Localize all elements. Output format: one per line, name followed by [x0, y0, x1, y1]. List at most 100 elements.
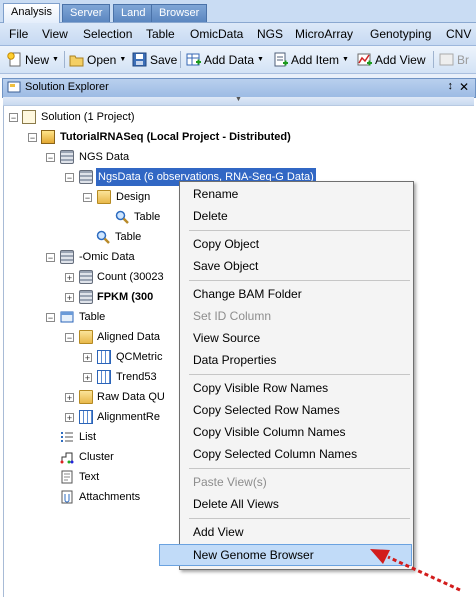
browser-label: Br	[457, 52, 469, 67]
tree-node-table-folder[interactable]: − Table	[4, 308, 180, 326]
tab-land[interactable]: Land	[113, 4, 154, 22]
tree-node-solution[interactable]: − Solution (1 Project)	[4, 108, 304, 126]
table-icon	[97, 350, 111, 364]
tab-analysis[interactable]: Analysis	[3, 3, 60, 23]
menu-separator	[189, 230, 410, 231]
menu-omicdata[interactable]: OmicData	[190, 27, 243, 41]
menu-item-copy-selected-column-names[interactable]: Copy Selected Column Names	[193, 444, 357, 464]
tree-node-cluster[interactable]: Cluster	[4, 448, 180, 466]
menu-selection[interactable]: Selection	[83, 27, 132, 41]
menu-microarray[interactable]: MicroArray	[295, 27, 353, 41]
tree-node-project[interactable]: − TutorialRNASeq (Local Project - Distri…	[4, 128, 404, 146]
menu-item-delete-all-views[interactable]: Delete All Views	[193, 494, 279, 514]
menu-item-paste-views: Paste View(s)	[193, 475, 267, 489]
tree-node-trend53[interactable]: + Trend53	[4, 368, 180, 386]
collapse-icon[interactable]: −	[28, 133, 37, 143]
add-view-button[interactable]: Add View	[357, 51, 425, 68]
collapse-icon[interactable]: −	[46, 253, 55, 263]
tree-node-list[interactable]: List	[4, 428, 180, 446]
menu-item-add-view[interactable]: Add View	[193, 522, 243, 542]
tree-label: Table	[134, 211, 161, 223]
menu-genotyping[interactable]: Genotyping	[370, 27, 431, 41]
menu-item-copy-selected-row-names[interactable]: Copy Selected Row Names	[193, 400, 340, 420]
expand-icon[interactable]: +	[65, 293, 74, 303]
tree-node-alignment[interactable]: + AlignmentRe	[4, 408, 180, 426]
tree-node-ngs-table[interactable]: Table	[4, 228, 204, 246]
menu-item-copy-object[interactable]: Copy Object	[193, 234, 259, 254]
database-icon	[79, 270, 93, 284]
menu-item-delete[interactable]: Delete	[193, 206, 228, 226]
collapse-icon[interactable]: −	[9, 113, 18, 123]
project-icon	[41, 130, 55, 144]
tree-node-design[interactable]: − Design	[4, 188, 204, 206]
menu-cnv[interactable]: CNV	[446, 27, 471, 41]
menu-item-save-object[interactable]: Save Object	[193, 256, 258, 276]
table-icon	[79, 410, 93, 424]
add-item-button[interactable]: Add Item ▼	[273, 51, 349, 68]
expand-icon[interactable]: +	[65, 413, 74, 423]
open-button[interactable]: Open ▼	[69, 51, 126, 68]
menu-item-copy-visible-row-names[interactable]: Copy Visible Row Names	[193, 378, 328, 398]
tree-label: Design	[116, 191, 151, 203]
expand-icon[interactable]: +	[83, 353, 92, 363]
tree-node-fpkm[interactable]: + FPKM (300	[4, 288, 180, 306]
save-button[interactable]: Save	[132, 51, 177, 68]
add-data-button[interactable]: Add Data ▼	[186, 51, 264, 68]
tree-node-qcmetric[interactable]: + QCMetric	[4, 348, 180, 366]
menu-item-new-genome-browser[interactable]: New Genome Browser	[193, 545, 314, 565]
add-item-icon	[273, 52, 288, 67]
menu-ngs[interactable]: NGS	[257, 27, 283, 41]
tree-node-design-table[interactable]: Table	[4, 208, 204, 226]
save-label: Save	[150, 52, 178, 67]
tab-server[interactable]: Server	[62, 4, 111, 22]
table-icon	[97, 370, 111, 384]
add-data-dropdown-icon[interactable]: ▼	[257, 56, 264, 63]
expand-icon[interactable]: +	[65, 393, 74, 403]
tree-node-aligned-data[interactable]: − Aligned Data	[4, 328, 180, 346]
expand-icon[interactable]: +	[65, 273, 74, 283]
collapse-icon[interactable]: −	[65, 173, 74, 183]
list-icon	[60, 430, 74, 444]
add-data-label: Add Data	[204, 52, 255, 67]
close-icon[interactable]: ✕	[459, 80, 469, 94]
toolbar-separator	[64, 51, 65, 68]
panel-splitter[interactable]: ▼	[3, 96, 474, 106]
toolbar-separator	[180, 51, 181, 68]
tree-node-raw-data[interactable]: + Raw Data QU	[4, 388, 180, 406]
menu-item-view-source[interactable]: View Source	[193, 328, 260, 348]
tree-node-ngs-data[interactable]: − NGS Data	[4, 148, 304, 166]
menu-item-copy-visible-column-names[interactable]: Copy Visible Column Names	[193, 422, 346, 442]
folder-icon	[79, 390, 93, 404]
tree-label: AlignmentRe	[97, 411, 160, 423]
menu-item-data-properties[interactable]: Data Properties	[193, 350, 276, 370]
database-icon	[79, 170, 93, 184]
tree-node-omic-data[interactable]: − -Omic Data	[4, 248, 204, 266]
expand-icon[interactable]: +	[83, 373, 92, 383]
tab-browser[interactable]: Browser	[151, 4, 208, 22]
collapse-icon[interactable]: −	[83, 193, 92, 203]
collapse-icon[interactable]: −	[46, 153, 55, 163]
menu-separator	[189, 518, 410, 519]
collapse-icon[interactable]: −	[65, 333, 74, 343]
tree-label: Raw Data QU	[97, 391, 165, 403]
menu-file[interactable]: File	[9, 27, 28, 41]
tree-node-count[interactable]: + Count (30023	[4, 268, 180, 286]
menu-view[interactable]: View	[42, 27, 68, 41]
menu-item-change-bam-folder[interactable]: Change BAM Folder	[193, 284, 302, 304]
tree-label: -Omic Data	[79, 251, 135, 263]
open-dropdown-icon[interactable]: ▼	[119, 56, 126, 63]
text-icon	[60, 470, 74, 484]
add-view-icon	[357, 52, 372, 67]
tree-label: Table	[115, 231, 142, 243]
tree-node-text[interactable]: Text	[4, 468, 180, 486]
browser-button-truncated[interactable]: Br	[439, 51, 469, 68]
menu-item-rename[interactable]: Rename	[193, 184, 238, 204]
pin-icon[interactable]: ↕	[448, 80, 454, 92]
new-button[interactable]: New ▼	[7, 51, 59, 68]
menu-table[interactable]: Table	[146, 27, 175, 41]
new-dropdown-icon[interactable]: ▼	[52, 56, 59, 63]
collapse-icon[interactable]: −	[46, 313, 55, 323]
tree-node-attachments[interactable]: Attachments	[4, 488, 180, 506]
toolbar: New ▼ Open ▼ Save Add Data ▼ Add Item ▼ Add …	[0, 46, 476, 74]
add-item-dropdown-icon[interactable]: ▼	[342, 56, 349, 63]
